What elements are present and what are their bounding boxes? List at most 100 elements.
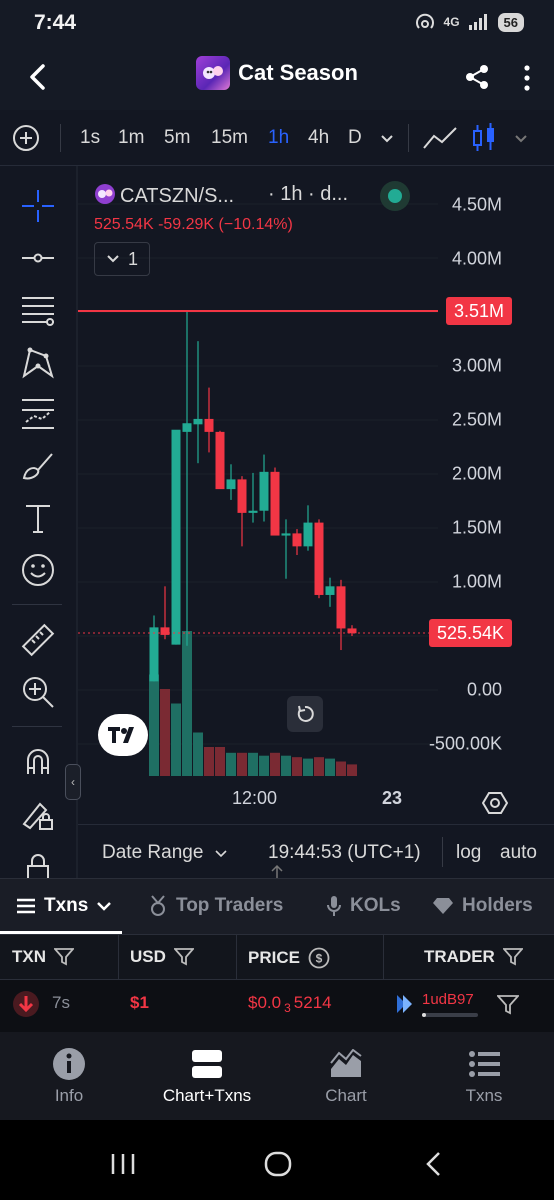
tab-holders[interactable]: Holders (432, 895, 533, 917)
x-tick: 23 (382, 788, 403, 808)
line-chart-type-icon[interactable] (422, 124, 458, 152)
nav-chart-txns[interactable]: Chart+Txns (152, 1048, 262, 1106)
tab-top-traders[interactable]: Top Traders (148, 895, 283, 917)
column-header-txn[interactable]: TXN (12, 947, 74, 967)
auto-scale-button[interactable]: auto (500, 842, 537, 864)
volume-bar (270, 752, 280, 776)
trader-address[interactable]: 1udB97 (422, 991, 474, 1008)
volume-bar (292, 757, 302, 776)
token-logo (196, 56, 231, 90)
y-tick: 4.50M (451, 194, 502, 215)
volume-bar (182, 631, 192, 776)
timeframe-4h[interactable]: 4h (308, 127, 329, 149)
timeframe-d[interactable]: D (348, 127, 362, 149)
nav-chart[interactable]: Chart (291, 1048, 401, 1106)
back-icon[interactable] (424, 1151, 442, 1177)
settings-icon[interactable] (482, 790, 508, 816)
prediction-tool-icon[interactable] (20, 396, 56, 432)
price-change: 525.54K -59.29K (−10.14%) (94, 216, 293, 234)
zoom-in-icon[interactable] (20, 674, 56, 710)
volume-bar (336, 761, 346, 776)
pattern-tool-icon[interactable] (20, 344, 56, 380)
share-icon[interactable] (462, 62, 492, 92)
volume-bar (259, 755, 269, 776)
tab-kols[interactable]: KOLs (326, 895, 401, 917)
y-tick: 1.00M (451, 571, 502, 592)
horizontal-line-tool-icon[interactable] (20, 240, 56, 276)
ruler-icon[interactable] (20, 622, 56, 658)
timezone-clock[interactable]: 19:44:53 (UTC+1) (268, 842, 421, 864)
candle-body (237, 479, 247, 513)
table-row[interactable]: 7s $1 $0.0 3 5214 1udB97 (0, 980, 554, 1032)
fib-retracement-icon[interactable] (20, 292, 56, 328)
volume-bar (226, 752, 236, 776)
reset-chart-button[interactable] (287, 696, 323, 732)
chevron-down-icon (107, 255, 119, 263)
tab-txns[interactable]: Txns (16, 895, 112, 917)
txn-age: 7s (52, 993, 70, 1012)
column-header-usd[interactable]: USD (130, 947, 194, 967)
more-options-icon[interactable] (522, 64, 532, 92)
log-scale-button[interactable]: log (456, 842, 481, 864)
date-range-label: Date Range (102, 842, 204, 863)
volume-bar (347, 764, 357, 776)
crosshair-icon[interactable] (20, 188, 56, 224)
symbol-name[interactable]: CATSZN/S... (94, 183, 234, 208)
y-tick: 0.00 (466, 679, 502, 700)
timeframe-1h[interactable]: 1h (268, 127, 289, 149)
volume-bar (248, 752, 258, 776)
volume-bar (237, 752, 247, 776)
filter-icon[interactable] (502, 948, 523, 966)
home-icon[interactable] (264, 1151, 292, 1177)
column-header-price[interactable]: PRICE $ (248, 947, 330, 969)
svg-text:$: $ (316, 952, 323, 966)
timeframe-15m[interactable]: 15m (211, 127, 248, 149)
filter-icon[interactable] (173, 948, 194, 966)
magnet-icon[interactable] (20, 744, 56, 780)
candle-body (281, 533, 291, 536)
table-header: TXN USD PRICE $ TRADER (0, 934, 554, 981)
chevron-down-icon[interactable] (380, 134, 394, 144)
dollar-toggle-icon[interactable]: $ (308, 947, 330, 969)
header-label: USD (130, 947, 166, 966)
hotspot-icon (415, 13, 434, 29)
recent-apps-icon[interactable] (110, 1152, 136, 1176)
y-tick: 3.00M (451, 355, 502, 376)
y-tick: 1.50M (451, 517, 502, 538)
nav-txns[interactable]: Txns (429, 1048, 539, 1106)
add-indicator-icon[interactable] (12, 124, 40, 152)
candlestick-chart-type-icon[interactable] (470, 122, 498, 154)
tradingview-logo[interactable] (98, 714, 148, 756)
chevron-down-icon[interactable] (514, 134, 528, 144)
timeframe-1m[interactable]: 1m (118, 127, 144, 149)
microphone-icon (327, 896, 341, 916)
timeframe-1s[interactable]: 1s (80, 127, 100, 149)
timeframe-5m[interactable]: 5m (164, 127, 190, 149)
indicator-count: 1 (127, 248, 138, 269)
indicators-toggle[interactable]: 1 (94, 242, 150, 276)
text-tool-icon[interactable] (20, 500, 56, 536)
date-range-button[interactable]: Date Range (102, 842, 227, 864)
lock-drawing-icon[interactable] (20, 796, 56, 832)
volume-bar (325, 758, 335, 776)
last-price-text: 525.54K (94, 216, 154, 233)
column-header-trader[interactable]: TRADER (424, 947, 523, 967)
tab-label: Holders (462, 895, 533, 916)
nav-info[interactable]: Info (14, 1048, 124, 1106)
brush-icon[interactable] (20, 448, 56, 484)
system-navigation-bar (0, 1120, 554, 1200)
data-tabs: Txns Top Traders KOLs Holders (0, 878, 554, 934)
candle-body (182, 423, 192, 432)
nav-label: Chart+Txns (162, 1086, 252, 1105)
bottom-navigation: Info Chart+Txns Chart Txns (0, 1032, 554, 1120)
page-title: Cat Season (238, 60, 358, 85)
emoji-icon[interactable] (20, 552, 56, 588)
price-prefix: $0.0 (248, 993, 282, 1012)
list-icon (17, 898, 35, 914)
token-icon (95, 184, 115, 204)
volume-bar (171, 703, 181, 776)
tab-label: Txns (44, 895, 89, 916)
trader-platform-icon (397, 995, 412, 1013)
filter-icon[interactable] (497, 995, 519, 1015)
filter-icon[interactable] (54, 948, 74, 966)
